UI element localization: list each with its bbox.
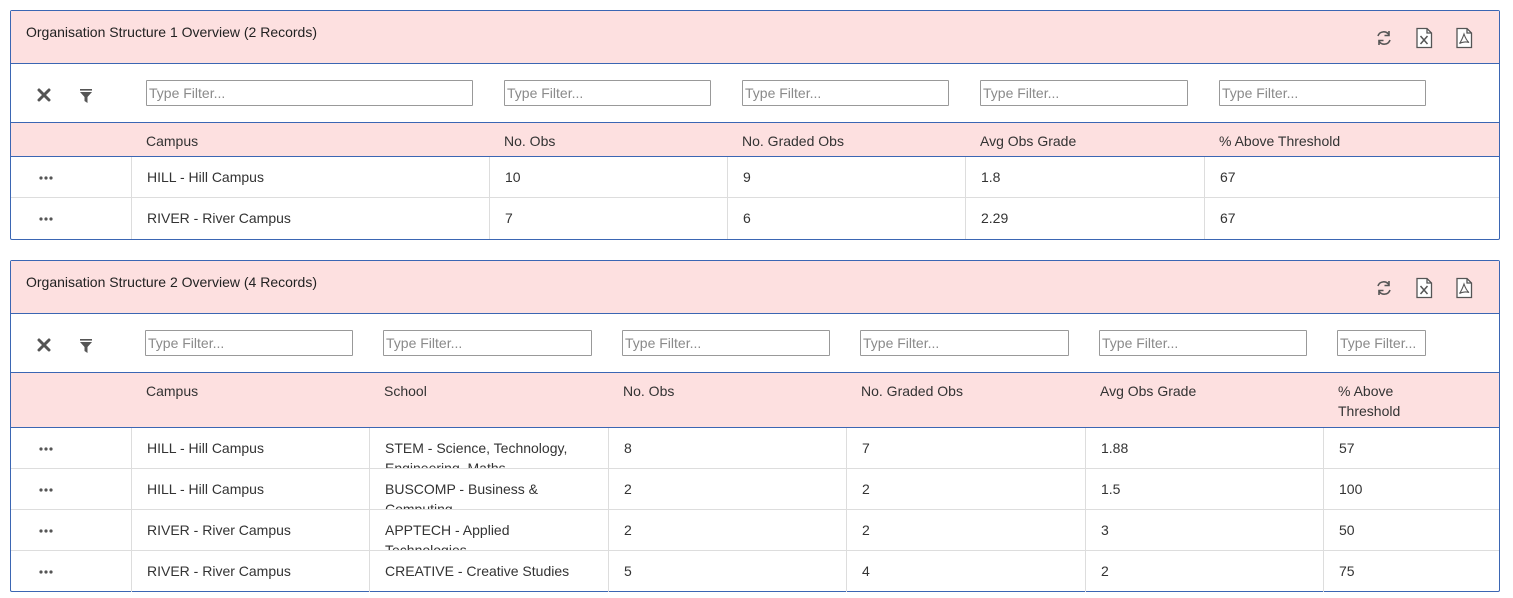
panel-toolbar (1373, 277, 1475, 299)
campus-filter-input[interactable] (145, 330, 353, 356)
cell-school: APPTECH - Applied Technologies (369, 510, 608, 550)
filter-icon[interactable] (79, 88, 93, 104)
cell-campus: HILL - Hill Campus (131, 428, 369, 468)
no-obs-filter-input[interactable] (622, 330, 830, 356)
table-row: HILL - Hill Campus BUSCOMP - Business & … (11, 469, 1499, 510)
filter-row (11, 64, 1499, 122)
panel-toolbar (1373, 27, 1475, 49)
no-obs-filter-input[interactable] (504, 80, 711, 106)
cell-threshold: 50 (1323, 510, 1499, 550)
table-row: RIVER - River Campus APPTECH - Applied T… (11, 510, 1499, 551)
campus-filter-input[interactable] (146, 80, 473, 106)
table-row: HILL - Hill Campus STEM - Science, Techn… (11, 428, 1499, 469)
cell-graded-obs: 9 (727, 157, 965, 197)
excel-export-icon[interactable] (1413, 277, 1435, 299)
ellipsis-icon[interactable] (39, 570, 53, 574)
threshold-filter-input[interactable] (1337, 330, 1426, 356)
cell-avg-grade: 3 (1085, 510, 1323, 550)
cell-no-obs: 5 (608, 551, 846, 592)
panel-header: Organisation Structure 2 Overview (4 Rec… (11, 261, 1499, 314)
column-header-threshold[interactable]: % Above Threshold (1219, 131, 1340, 151)
pdf-export-icon[interactable] (1453, 27, 1475, 49)
ellipsis-icon[interactable] (39, 488, 53, 492)
column-header-campus[interactable]: Campus (146, 381, 198, 401)
cell-campus: RIVER - River Campus (131, 198, 489, 239)
cell-campus: HILL - Hill Campus (131, 469, 369, 509)
cell-graded-obs: 2 (846, 469, 1085, 509)
column-header-threshold[interactable]: % Above Threshold (1338, 381, 1428, 421)
column-header-graded-obs[interactable]: No. Graded Obs (742, 131, 844, 151)
cell-no-obs: 7 (489, 198, 727, 239)
cell-graded-obs: 2 (846, 510, 1085, 550)
cell-threshold: 67 (1204, 157, 1499, 197)
cell-school: STEM - Science, Technology, Engineering,… (369, 428, 608, 468)
filter-row (11, 314, 1499, 372)
cell-threshold: 75 (1323, 551, 1499, 592)
refresh-icon[interactable] (1373, 277, 1395, 299)
ellipsis-icon[interactable] (39, 176, 53, 180)
cell-no-obs: 8 (608, 428, 846, 468)
cell-threshold: 67 (1204, 198, 1499, 239)
ellipsis-icon[interactable] (39, 217, 53, 221)
table-row: HILL - Hill Campus 10 9 1.8 67 (11, 157, 1499, 198)
cell-campus: HILL - Hill Campus (131, 157, 489, 197)
refresh-icon[interactable] (1373, 27, 1395, 49)
cell-avg-grade: 1.5 (1085, 469, 1323, 509)
column-header-no-obs[interactable]: No. Obs (623, 381, 674, 401)
excel-export-icon[interactable] (1413, 27, 1435, 49)
org-structure-2-panel: Organisation Structure 2 Overview (4 Rec… (10, 260, 1500, 592)
cell-school: CREATIVE - Creative Studies (369, 551, 608, 592)
column-header-row: Campus School No. Obs No. Graded Obs Avg… (11, 372, 1499, 428)
filter-icon[interactable] (79, 338, 93, 354)
column-header-graded-obs[interactable]: No. Graded Obs (861, 381, 963, 401)
column-header-campus[interactable]: Campus (146, 131, 198, 151)
cell-graded-obs: 7 (846, 428, 1085, 468)
column-header-row: Campus No. Obs No. Graded Obs Avg Obs Gr… (11, 122, 1499, 157)
clear-filters-icon[interactable] (37, 338, 51, 352)
graded-obs-filter-input[interactable] (742, 80, 949, 106)
ellipsis-icon[interactable] (39, 447, 53, 451)
cell-school: BUSCOMP - Business & Computing (369, 469, 608, 509)
org-structure-1-panel: Organisation Structure 1 Overview (2 Rec… (10, 10, 1500, 240)
avg-grade-filter-input[interactable] (1099, 330, 1307, 356)
graded-obs-filter-input[interactable] (860, 330, 1069, 356)
panel-title: Organisation Structure 2 Overview (4 Rec… (26, 274, 317, 290)
cell-no-obs: 2 (608, 469, 846, 509)
cell-campus: RIVER - River Campus (131, 551, 369, 592)
column-header-avg-grade[interactable]: Avg Obs Grade (1100, 381, 1196, 401)
cell-threshold: 100 (1323, 469, 1499, 509)
clear-filters-icon[interactable] (37, 88, 51, 102)
school-filter-input[interactable] (383, 330, 592, 356)
panel-title: Organisation Structure 1 Overview (2 Rec… (26, 24, 317, 40)
cell-campus: RIVER - River Campus (131, 510, 369, 550)
column-header-no-obs[interactable]: No. Obs (504, 131, 555, 151)
table-row: RIVER - River Campus CREATIVE - Creative… (11, 551, 1499, 592)
cell-avg-grade: 2.29 (965, 198, 1204, 239)
ellipsis-icon[interactable] (39, 529, 53, 533)
panel-header: Organisation Structure 1 Overview (2 Rec… (11, 11, 1499, 64)
pdf-export-icon[interactable] (1453, 277, 1475, 299)
cell-graded-obs: 6 (727, 198, 965, 239)
avg-grade-filter-input[interactable] (980, 80, 1188, 106)
cell-no-obs: 10 (489, 157, 727, 197)
column-header-avg-grade[interactable]: Avg Obs Grade (980, 131, 1076, 151)
cell-avg-grade: 2 (1085, 551, 1323, 592)
cell-graded-obs: 4 (846, 551, 1085, 592)
cell-no-obs: 2 (608, 510, 846, 550)
cell-avg-grade: 1.8 (965, 157, 1204, 197)
table-row: RIVER - River Campus 7 6 2.29 67 (11, 198, 1499, 239)
threshold-filter-input[interactable] (1219, 80, 1426, 106)
cell-avg-grade: 1.88 (1085, 428, 1323, 468)
column-header-school[interactable]: School (384, 381, 427, 401)
cell-threshold: 57 (1323, 428, 1499, 468)
